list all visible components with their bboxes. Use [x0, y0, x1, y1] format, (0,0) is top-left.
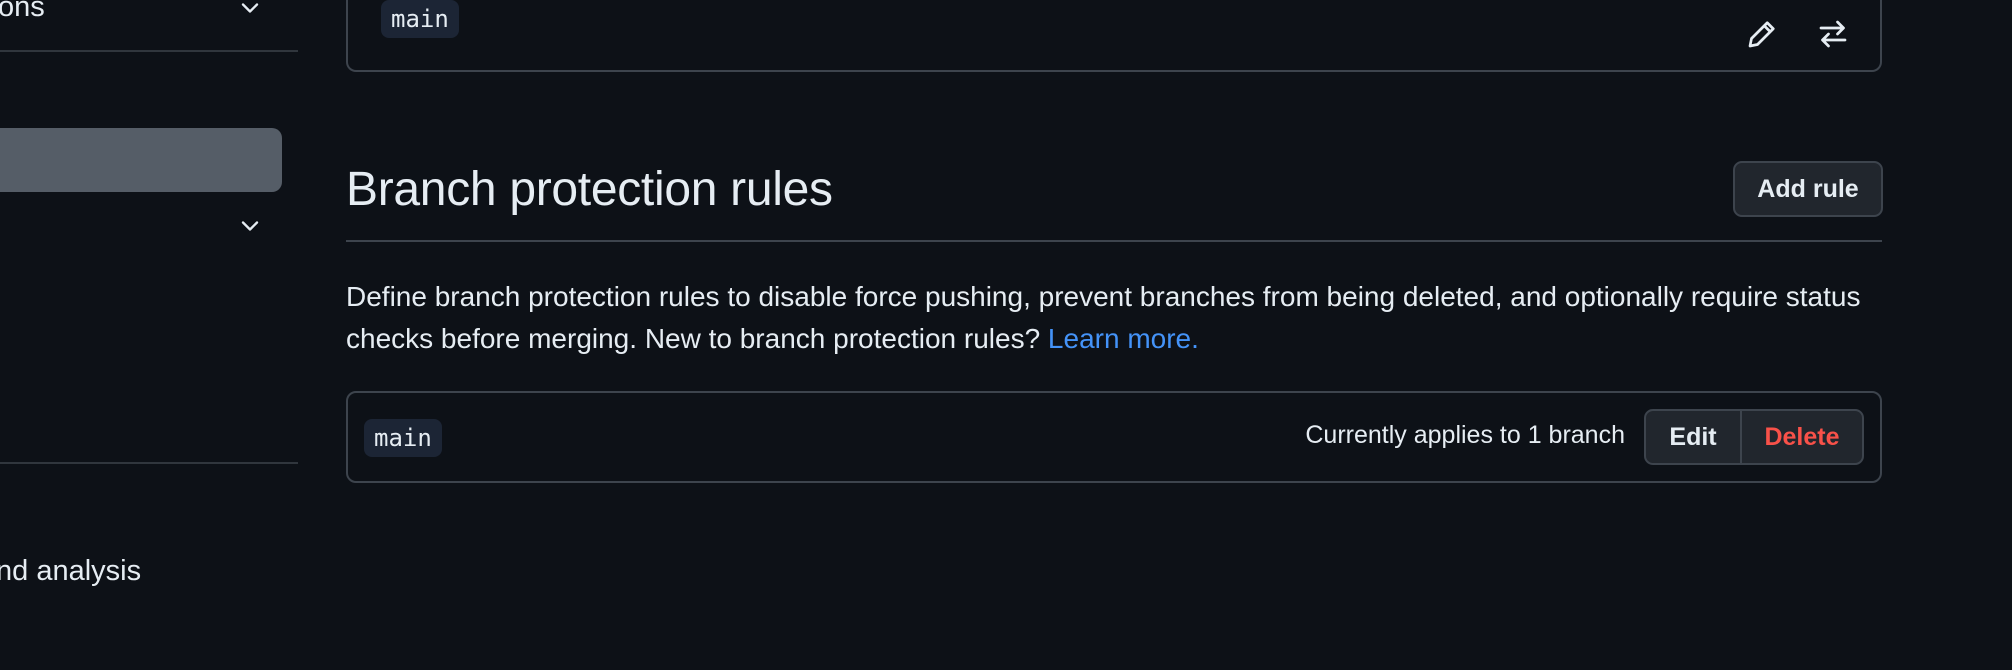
chevron-down-icon[interactable] — [236, 212, 264, 240]
page-title: Branch protection rules — [346, 163, 833, 216]
section-description: Define branch protection rules to disabl… — [346, 276, 1876, 360]
add-rule-button[interactable]: Add rule — [1733, 161, 1883, 217]
sidebar-item-label[interactable]: ons — [0, 0, 45, 24]
delete-rule-button[interactable]: Delete — [1742, 411, 1862, 463]
default-branch-box: main — [346, 0, 1882, 72]
sidebar-item-label[interactable]: nd analysis — [0, 555, 141, 588]
branch-name-pill: main — [381, 0, 459, 38]
applies-text: Currently applies to 1 branch — [1305, 421, 1625, 449]
pencil-icon[interactable] — [1744, 16, 1780, 52]
rule-actions: Edit Delete — [1644, 409, 1864, 465]
edit-rule-button[interactable]: Edit — [1646, 411, 1742, 463]
heading-divider — [346, 240, 1882, 242]
chevron-down-icon[interactable] — [236, 0, 264, 22]
arrow-switch-icon[interactable] — [1815, 16, 1851, 52]
settings-sidebar: ons nd analysis — [0, 0, 300, 670]
sidebar-divider — [0, 50, 298, 52]
sidebar-item-active[interactable] — [0, 128, 282, 192]
page: ons nd analysis main Branch protection r… — [0, 0, 2012, 670]
rule-pattern-pill: main — [364, 419, 442, 457]
learn-more-link[interactable]: Learn more. — [1048, 323, 1199, 354]
sidebar-divider — [0, 462, 298, 464]
rule-row: main Currently applies to 1 branch Edit … — [346, 391, 1882, 483]
